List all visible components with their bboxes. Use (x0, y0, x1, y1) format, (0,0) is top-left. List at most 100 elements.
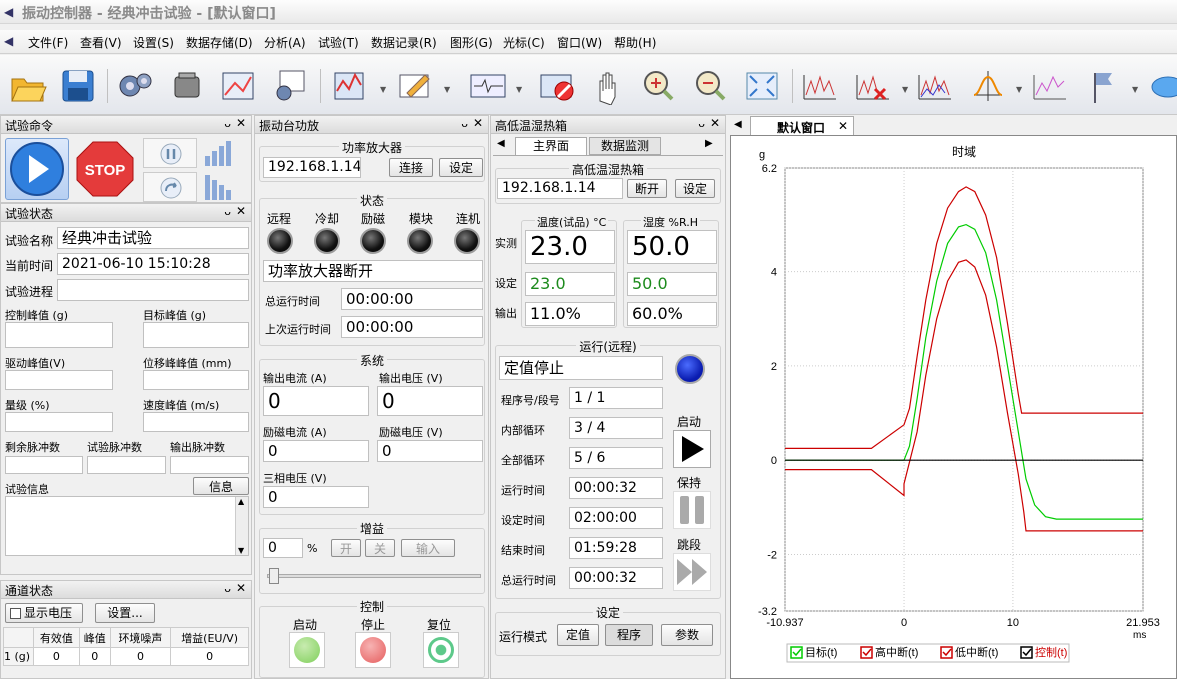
pause-button[interactable] (143, 138, 197, 168)
save-icon[interactable] (58, 67, 98, 105)
ellipse-icon[interactable] (1148, 67, 1177, 105)
excitation-led (360, 228, 386, 254)
level-down-icon[interactable] (201, 172, 237, 202)
disp-peak-value (143, 370, 249, 390)
run-indicator-led (675, 354, 705, 384)
gain-slider-thumb[interactable] (269, 568, 279, 584)
pin-icon[interactable]: ᴗ (461, 117, 468, 130)
menu-graph[interactable]: 图形(G) (450, 34, 493, 51)
menu-test[interactable]: 试验(T) (318, 34, 359, 51)
menu-file[interactable]: 文件(F) (28, 34, 68, 51)
progress-label: 试验进程 (5, 285, 54, 299)
gain-off-button[interactable]: 关 (365, 539, 395, 557)
graph-tab-scroll-icon[interactable]: ◀ (734, 119, 742, 130)
last-time-label: 上次运行时间 (265, 323, 331, 336)
chamber-start-button[interactable] (673, 430, 711, 468)
close-icon[interactable]: ✕ (473, 116, 483, 130)
menu-window[interactable]: 窗口(W) (557, 34, 602, 51)
pin-icon[interactable]: ᴗ (698, 117, 705, 130)
graph-tab-close-icon[interactable]: ✕ (838, 119, 848, 133)
spectrum-delete-icon[interactable] (853, 67, 893, 105)
close-icon[interactable]: ✕ (236, 204, 246, 218)
stop-test-button[interactable]: STOP (73, 138, 137, 200)
remote-led (267, 228, 293, 254)
menu-data-storage[interactable]: 数据存储(D) (186, 34, 253, 51)
chamber-hold-button[interactable] (673, 491, 711, 529)
fit-window-icon[interactable] (742, 67, 782, 105)
info-button[interactable]: 信息 (193, 477, 249, 495)
graph-area[interactable]: -10.937 0 10 21.953 6.2 4 2 0 -2 -3.2 时域 g ms 目标(t) 高中… (730, 135, 1177, 679)
tab-scroll-right-icon[interactable]: ▶ (705, 138, 713, 149)
zoom-in-icon[interactable] (638, 67, 678, 105)
pin-icon[interactable]: ᴗ (224, 117, 231, 130)
shaker-icon[interactable] (167, 67, 207, 105)
tab-data-monitor[interactable]: 数据监测 (589, 137, 661, 155)
flag-icon[interactable] (1085, 67, 1125, 105)
amp-setup-button[interactable]: 设定 (439, 158, 483, 177)
table-row[interactable]: 1 (g) 0 0 0 0 (3, 647, 249, 666)
edit-pencil-icon[interactable] (395, 67, 435, 105)
copy-settings-icon[interactable] (270, 67, 310, 105)
chamber-setup-button[interactable]: 设定 (675, 179, 715, 198)
set-time-value: 02:00:00 (569, 507, 663, 529)
close-icon[interactable]: ✕ (710, 116, 720, 130)
menu-data-record[interactable]: 数据记录(R) (371, 34, 437, 51)
time-domain-chart[interactable]: -10.937 0 10 21.953 6.2 4 2 0 -2 -3.2 时域 g ms 目标(t) 高中… (731, 136, 1176, 678)
connect-button[interactable]: 连接 (389, 158, 433, 177)
level-up-icon[interactable] (201, 138, 237, 168)
tab-scroll-left-icon[interactable]: ◀ (497, 138, 505, 149)
chamber-sub-title: 高低温湿热箱 (568, 163, 647, 177)
menu-help[interactable]: 帮助(H) (614, 34, 656, 51)
amp-reset-button[interactable] (423, 632, 459, 668)
menu-view[interactable]: 查看(V) (80, 34, 122, 51)
start-test-button[interactable] (5, 138, 69, 200)
cursor-peak-icon[interactable] (968, 67, 1008, 105)
menu-bar: ◀ 文件(F) 查看(V) 设置(S) 数据存储(D) 分析(A) 试验(T) … (0, 30, 1177, 54)
waveform-display-icon[interactable] (468, 67, 508, 105)
mode-program-button[interactable]: 程序 (605, 624, 653, 646)
zoom-out-icon[interactable] (690, 67, 730, 105)
info-scrollbar[interactable]: ▲ ▼ (235, 497, 248, 555)
hand-pan-icon[interactable] (588, 67, 628, 106)
close-icon[interactable]: ✕ (236, 116, 246, 130)
gain-input-button[interactable]: 输入 (401, 539, 455, 557)
signal-analysis-icon[interactable] (330, 67, 370, 105)
gain-on-button[interactable]: 开 (331, 539, 361, 557)
spectrum-icon[interactable] (800, 67, 840, 105)
redo-button[interactable] (143, 172, 197, 202)
hum-set-value: 50.0 (627, 272, 717, 296)
panel-title: 高低温湿热箱 (495, 119, 568, 133)
test-info-text[interactable] (5, 496, 249, 556)
amp-start-button[interactable] (289, 632, 325, 668)
gain-input[interactable]: 0 (263, 538, 303, 558)
open-folder-icon[interactable] (8, 67, 48, 105)
test-profile-icon[interactable] (219, 67, 259, 105)
toolbar: ▼ ▼ ▼ ▼ ▼ ▼ (0, 55, 1177, 115)
channel-status-panel: 通道状态 ᴗ ✕ 显示电压 设置... 有效值 峰值 环境噪声 增益(EU/V) 1… (0, 580, 252, 679)
graph-tab[interactable]: 默认窗口 ✕ (750, 116, 854, 135)
amp-stop-button[interactable] (355, 632, 391, 668)
close-icon[interactable]: ✕ (236, 581, 246, 595)
stop-record-icon[interactable] (538, 67, 578, 105)
menu-settings[interactable]: 设置(S) (133, 34, 174, 51)
tab-main[interactable]: 主界面 (515, 137, 587, 155)
chamber-skip-button[interactable] (673, 553, 711, 591)
pin-icon[interactable]: ᴗ (224, 582, 231, 595)
disconnect-button[interactable]: 断开 (627, 179, 667, 198)
pin-icon[interactable]: ᴗ (224, 205, 231, 218)
show-voltage-checkbox[interactable]: 显示电压 (5, 603, 83, 623)
curve-icon[interactable] (1030, 67, 1070, 105)
amp-ip-input[interactable]: 192.168.1.14 (263, 157, 361, 178)
gears-icon[interactable] (115, 67, 155, 105)
menu-analysis[interactable]: 分析(A) (264, 34, 306, 51)
params-button[interactable]: 参数 (661, 624, 713, 646)
mode-fixed-button[interactable]: 定值 (557, 624, 599, 646)
spectrum-overlay-icon[interactable] (915, 67, 955, 105)
all-loop-value: 5 / 6 (569, 447, 663, 469)
gain-slider-track[interactable] (267, 574, 481, 578)
chamber-ip-input[interactable]: 192.168.1.14 (497, 178, 623, 199)
menu-cursor[interactable]: 光标(C) (503, 34, 545, 51)
set-time-label: 设定时间 (501, 514, 545, 527)
menu-app-icon[interactable]: ◀ (4, 34, 13, 48)
channel-settings-button[interactable]: 设置... (95, 603, 155, 623)
